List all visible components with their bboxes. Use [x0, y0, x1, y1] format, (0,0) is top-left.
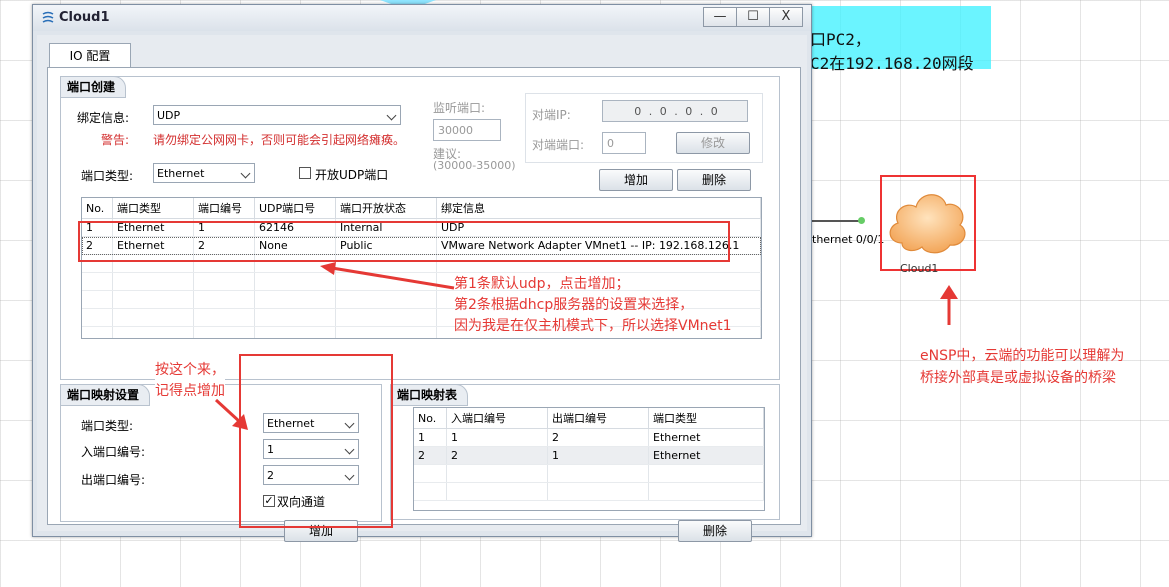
chevron-down-icon	[386, 110, 397, 121]
peer-box: 对端IP: 0 . 0 . 0 . 0 对端端口: 0 修改	[525, 93, 763, 163]
open-udp-checkbox[interactable]	[299, 167, 311, 179]
title-bar[interactable]: Cloud1 — ☐ X	[33, 5, 811, 31]
link-status-dot	[858, 217, 865, 224]
column-header[interactable]: 出端口编号	[547, 408, 649, 429]
peer-port-label: 对端端口:	[532, 138, 585, 152]
port-table-header: No. 端口类型 端口编号 UDP端口号 端口开放状态 绑定信息	[82, 198, 761, 219]
table-cell: 2	[547, 428, 649, 447]
port-type-label: 端口类型:	[81, 169, 134, 183]
window-title: Cloud1	[59, 10, 110, 25]
bind-label: 绑定信息:	[77, 111, 130, 125]
bind-select[interactable]: UDP	[153, 105, 401, 125]
port-type-select[interactable]: Ethernet	[153, 163, 255, 183]
delete-mapping-button[interactable]: 删除	[678, 520, 752, 542]
open-udp-label: 开放UDP端口	[315, 168, 389, 182]
out-port-label: 出端口编号:	[81, 473, 146, 487]
peer-ip-input[interactable]: 0 . 0 . 0 . 0	[602, 100, 748, 122]
peer-ip-label: 对端IP:	[532, 108, 571, 122]
column-header[interactable]: 端口类型	[112, 198, 194, 219]
cloud-label: Cloud1	[900, 262, 939, 275]
listen-port-input[interactable]: 30000	[433, 119, 501, 141]
tab-io-config[interactable]: IO 配置	[49, 43, 131, 68]
in-port-label: 入端口编号:	[81, 445, 146, 459]
link-label: thernet 0/0/1	[812, 233, 885, 246]
column-header[interactable]: 端口开放状态	[335, 198, 437, 219]
group-title: 端口映射表	[390, 384, 469, 406]
bind-select-value: UDP	[157, 109, 181, 122]
port-type-select-value: Ethernet	[157, 167, 205, 180]
peer-port-input[interactable]: 0	[602, 132, 646, 154]
table-cell: 2	[414, 446, 447, 465]
chevron-down-icon	[240, 168, 251, 179]
delete-port-button[interactable]: 删除	[677, 169, 751, 191]
table-cell: 2	[446, 446, 548, 465]
mapping-table-group: 端口映射表 No. 入端口编号 出端口编号 端口类型 1 1 2 Etherne…	[390, 384, 780, 520]
column-header[interactable]: UDP端口号	[254, 198, 336, 219]
warning-label: 警告:	[101, 133, 130, 147]
empty-row	[414, 482, 764, 501]
table-cell: 1	[547, 446, 649, 465]
maximize-button[interactable]: ☐	[736, 7, 770, 27]
column-header[interactable]: 入端口编号	[446, 408, 548, 429]
cloud-icon[interactable]	[884, 185, 968, 257]
listen-port-label: 监听端口:	[433, 101, 486, 115]
table-cell: 1	[414, 428, 447, 447]
column-header[interactable]: 端口编号	[193, 198, 255, 219]
table-row[interactable]: 2 2 1 Ethernet	[414, 446, 764, 465]
ensp-annotation: eNSP中，云端的功能可以理解为 桥接外部真是或虚拟设备的桥梁	[920, 348, 1125, 386]
column-header[interactable]: No.	[82, 198, 113, 219]
annotation-arrow-left	[320, 262, 455, 290]
column-header[interactable]: No.	[414, 408, 447, 429]
app-icon	[42, 11, 54, 23]
mapping-list[interactable]: No. 入端口编号 出端口编号 端口类型 1 1 2 Ethernet 2 2 …	[413, 407, 765, 511]
column-header[interactable]: 绑定信息	[436, 198, 761, 219]
add-port-button[interactable]: 增加	[599, 169, 673, 191]
close-button[interactable]: X	[769, 7, 803, 27]
annotation-arrow-up	[940, 285, 958, 325]
annotation-arrow-down	[214, 398, 248, 430]
mapping-table: No. 入端口编号 出端口编号 端口类型 1 1 2 Ethernet 2 2 …	[414, 408, 764, 501]
map-type-label: 端口类型:	[81, 419, 134, 433]
suggest-range: (30000-35000)	[433, 159, 516, 172]
group-title: 端口创建	[60, 76, 127, 98]
table-cell: 1	[446, 428, 548, 447]
table-cell: Ethernet	[648, 428, 764, 447]
empty-row	[414, 464, 764, 483]
warning-text: 请勿绑定公网网卡，否则可能会引起网络瘫痪。	[153, 133, 406, 147]
mapping-table-header: No. 入端口编号 出端口编号 端口类型	[414, 408, 764, 429]
table-cell: Ethernet	[648, 446, 764, 465]
group-title: 端口映射设置	[60, 384, 151, 406]
canvas-note-text: 口PC2， C2在192.168.20网段	[810, 30, 974, 73]
mapping-settings-highlight	[239, 354, 393, 528]
modify-button[interactable]: 修改	[676, 132, 750, 154]
minimize-button[interactable]: —	[703, 7, 737, 27]
table-row[interactable]: 1 1 2 Ethernet	[414, 428, 764, 447]
port-rows-highlight	[78, 221, 730, 262]
link-line[interactable]	[812, 220, 864, 222]
column-header[interactable]: 端口类型	[648, 408, 764, 429]
port-list-annotation: 第1条默认udp，点击增加； 第2条根据dhcp服务器的设置来选择， 因为我是在…	[454, 276, 732, 334]
